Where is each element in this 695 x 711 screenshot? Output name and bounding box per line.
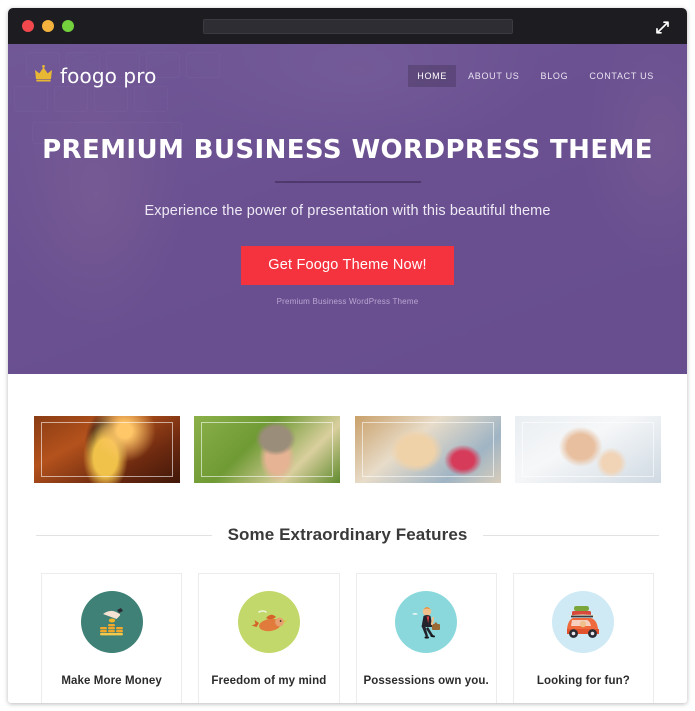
thumbnail-frame <box>521 422 654 477</box>
expand-arrows-icon[interactable] <box>651 16 673 38</box>
bird-icon <box>237 591 300 653</box>
thumbnail-girl-scarf[interactable] <box>354 416 501 483</box>
feature-card-make-more-money[interactable]: Make More Money <box>41 573 183 703</box>
window-controls <box>22 20 74 32</box>
feature-card-label: Possessions own you. <box>363 675 489 687</box>
hero-content: PREMIUM BUSINESS WORDPRESS THEME Experie… <box>8 136 687 306</box>
hero-subtitle: Experience the power of presentation wit… <box>144 202 551 219</box>
heading-rule-left <box>36 534 212 536</box>
features-heading-row: Some Extraordinary Features <box>36 525 660 545</box>
hero-section: foogo pro HOME ABOUT US BLOG CONTACT US … <box>8 44 687 374</box>
heading-rule-right <box>483 534 660 536</box>
businessman-icon <box>395 591 458 653</box>
hero-cta-note: Premium Business WordPress Theme <box>276 296 419 306</box>
crown-icon <box>34 65 53 87</box>
thumbnail-woman-autumn[interactable] <box>34 416 180 483</box>
browser-titlebar <box>8 8 687 44</box>
feature-card-label: Freedom of my mind <box>211 675 327 687</box>
site-logo[interactable]: foogo pro <box>34 64 156 88</box>
browser-window: foogo pro HOME ABOUT US BLOG CONTACT US … <box>8 8 687 703</box>
menu-item-contact-us[interactable]: CONTACT US <box>580 65 663 87</box>
page-viewport: foogo pro HOME ABOUT US BLOG CONTACT US … <box>8 44 687 703</box>
feature-card-looking-for-fun[interactable]: Looking for fun? <box>512 573 654 703</box>
features-heading: Some Extraordinary Features <box>227 525 468 544</box>
thumbnail-frame <box>361 422 494 477</box>
maximize-button[interactable] <box>62 20 74 32</box>
thumbnail-frame <box>201 422 334 477</box>
address-input[interactable] <box>204 23 512 37</box>
hero-divider <box>274 180 421 183</box>
coins-hand-icon <box>80 591 143 653</box>
thumbnail-mother-child[interactable] <box>514 416 661 483</box>
menu-item-about-us[interactable]: ABOUT US <box>459 65 528 87</box>
main-menu: HOME ABOUT US BLOG CONTACT US <box>408 65 663 87</box>
thumbnail-frame <box>41 422 173 477</box>
road-trip-car-icon <box>552 591 615 653</box>
site-navigation: foogo pro HOME ABOUT US BLOG CONTACT US <box>8 44 687 88</box>
hero-title: PREMIUM BUSINESS WORDPRESS THEME <box>42 135 653 165</box>
feature-card-label: Make More Money <box>61 675 162 687</box>
address-bar[interactable] <box>203 19 513 37</box>
feature-card-possessions-own-you[interactable]: Possessions own you. <box>355 573 497 703</box>
feature-card-freedom-of-my-mind[interactable]: Freedom of my mind <box>198 573 340 703</box>
features-section: Some Extraordinary Features Make More Mo… <box>8 525 687 703</box>
menu-item-blog[interactable]: BLOG <box>532 65 578 87</box>
thumbnail-woman-hat[interactable] <box>194 416 341 483</box>
menu-item-home[interactable]: HOME <box>408 65 457 87</box>
feature-card-label: Looking for fun? <box>536 675 630 687</box>
minimize-button[interactable] <box>42 20 54 32</box>
thumbnail-gallery <box>8 374 687 483</box>
site-logo-text: foogo pro <box>60 64 157 88</box>
close-button[interactable] <box>22 20 34 32</box>
feature-cards: Make More Money Freedom of my mind Posse… <box>8 545 687 703</box>
get-theme-button[interactable]: Get Foogo Theme Now! <box>241 245 454 285</box>
